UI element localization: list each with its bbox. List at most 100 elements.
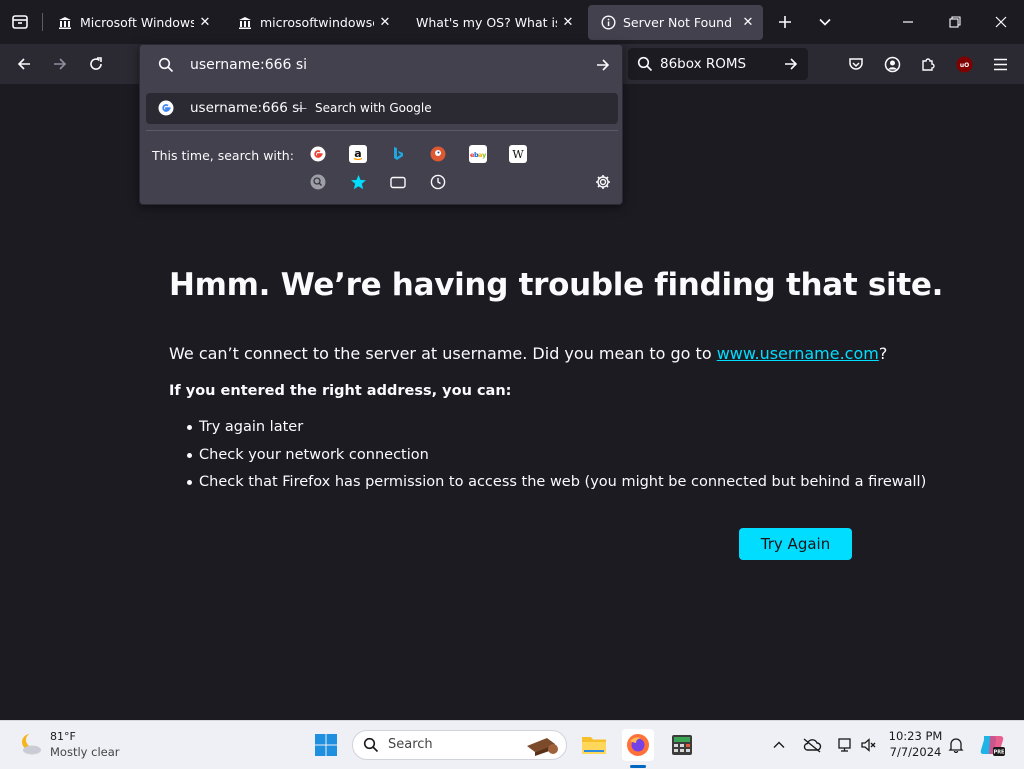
go-arrow-icon[interactable] — [595, 57, 611, 73]
clock-time: 10:23 PM — [888, 729, 943, 743]
suggestions-list: Try again later Check your network conne… — [169, 412, 926, 495]
weather-widget[interactable]: 81°F Mostly clear — [14, 729, 124, 761]
notifications-button[interactable] — [940, 729, 972, 761]
taskbar: 81°F Mostly clear Search 10:23 PM 7/7/20… — [0, 720, 1024, 769]
url-input[interactable]: username:666 si — [190, 57, 307, 73]
weather-desc: Mostly clear — [50, 745, 120, 759]
museum-icon — [57, 15, 73, 31]
tab-divider — [42, 13, 43, 31]
wikipedia-engine-button[interactable]: W — [509, 145, 527, 163]
taskbar-search-placeholder: Search — [388, 737, 433, 752]
tab-strip: Microsoft Windows 95 ✕ microsoftwindowsc… — [0, 0, 1024, 44]
forward-button[interactable] — [46, 50, 74, 78]
cake-icon — [527, 738, 558, 756]
show-hidden-icons-button[interactable] — [763, 729, 795, 761]
tab-title: Server Not Found — [623, 15, 733, 30]
close-window-button[interactable] — [987, 8, 1015, 36]
tab-whats-my-os[interactable]: What's my OS? What is my ✕ — [405, 5, 583, 40]
copilot-button[interactable]: PRE — [976, 729, 1008, 761]
network-icon — [838, 738, 851, 752]
search-icon — [158, 57, 174, 73]
minimize-icon — [903, 21, 913, 23]
divider — [146, 130, 618, 131]
error-message: We can’t connect to the server at userna… — [169, 344, 887, 363]
list-item: Check your network connection — [186, 440, 926, 468]
new-tab-button[interactable] — [771, 8, 799, 36]
gear-icon — [596, 175, 610, 189]
start-button[interactable] — [310, 729, 342, 761]
star-icon — [350, 174, 366, 189]
tab-close-icon[interactable]: ✕ — [194, 15, 216, 30]
search-icon — [363, 737, 379, 753]
search-settings-button[interactable] — [594, 173, 612, 191]
google-engine-button[interactable] — [309, 145, 327, 163]
suggestion-separator: — — [295, 101, 307, 115]
duckduckgo-icon — [430, 146, 446, 162]
chevron-up-icon — [773, 741, 785, 748]
search-engine-button[interactable] — [309, 173, 327, 191]
history-mode-button[interactable] — [429, 173, 447, 191]
clock[interactable]: 10:23 PM 7/7/2024 — [883, 729, 948, 759]
search-suggestion-row[interactable]: username:666 si — Search with Google — [146, 93, 618, 124]
ublock-origin-icon: uO — [956, 56, 972, 72]
calculator-app-icon — [672, 735, 692, 755]
ebay-icon: ebay — [470, 151, 486, 159]
suggested-url-link[interactable]: www.username.com — [717, 344, 879, 363]
speaker-muted-icon — [861, 738, 876, 752]
back-button[interactable] — [10, 50, 38, 78]
close-icon — [995, 16, 1007, 28]
list-item: Try again later — [186, 412, 926, 440]
firefox-taskbar-button[interactable] — [622, 729, 654, 761]
clock-date: 7/7/2024 — [889, 745, 942, 759]
tab-microsoftwindowschic[interactable]: microsoftwindowschic ✕ — [225, 5, 400, 40]
minimize-button[interactable] — [894, 8, 922, 36]
account-icon — [884, 56, 900, 72]
wikipedia-icon: W — [512, 148, 524, 161]
weather-temp: 81°F — [50, 730, 76, 743]
suggestion-action: Search with Google — [315, 101, 432, 115]
tab-microsoft-windows-95[interactable]: Microsoft Windows 95 ✕ — [45, 5, 220, 40]
bing-icon — [394, 147, 403, 160]
try-again-button[interactable]: Try Again — [739, 528, 852, 560]
search-bar-value: 86box ROMS — [660, 56, 747, 72]
onedrive-button[interactable] — [796, 729, 828, 761]
search-bar[interactable]: 86box ROMS — [628, 48, 808, 80]
puzzle-icon — [922, 58, 935, 71]
account-button[interactable] — [878, 50, 906, 78]
tabs-mode-button[interactable] — [389, 173, 407, 191]
error-message-end: ? — [878, 344, 888, 363]
bing-engine-button[interactable] — [389, 145, 407, 163]
amazon-icon: a — [353, 147, 363, 161]
list-all-tabs-button[interactable] — [811, 8, 839, 36]
magnifier-globe-icon — [310, 174, 326, 190]
tab-server-not-found[interactable]: Server Not Found ✕ — [588, 5, 763, 40]
ebay-engine-button[interactable]: ebay — [469, 145, 487, 163]
tab-close-icon[interactable]: ✕ — [374, 15, 396, 30]
arrow-right-icon[interactable] — [783, 56, 799, 72]
google-icon — [310, 146, 326, 162]
search-icon — [637, 56, 653, 72]
firefox-view-button[interactable] — [6, 8, 34, 36]
tab-title: What's my OS? What is my — [416, 15, 557, 30]
restore-button[interactable] — [941, 8, 969, 36]
amazon-engine-button[interactable]: a — [349, 145, 367, 163]
firefox-view-icon — [12, 15, 28, 29]
error-message-text: We can’t connect to the server at userna… — [169, 344, 717, 363]
ublock-origin-button[interactable]: uO — [950, 50, 978, 78]
duckduckgo-engine-button[interactable] — [429, 145, 447, 163]
app-taskbar-button[interactable] — [666, 729, 698, 761]
taskbar-search-box[interactable]: Search — [352, 730, 567, 760]
bookmarks-mode-button[interactable] — [349, 173, 367, 191]
reload-button[interactable] — [82, 50, 110, 78]
menu-button[interactable] — [986, 50, 1014, 78]
volume-button[interactable] — [852, 729, 884, 761]
windows-logo-icon — [315, 734, 337, 756]
moon-cloud-icon — [22, 733, 41, 755]
file-explorer-button[interactable] — [578, 729, 610, 761]
extensions-button[interactable] — [914, 50, 942, 78]
tab-close-icon[interactable]: ✕ — [737, 15, 759, 30]
hamburger-icon — [993, 58, 1007, 70]
pocket-button[interactable] — [842, 50, 870, 78]
arrow-left-icon — [17, 58, 30, 70]
tab-close-icon[interactable]: ✕ — [557, 15, 579, 30]
